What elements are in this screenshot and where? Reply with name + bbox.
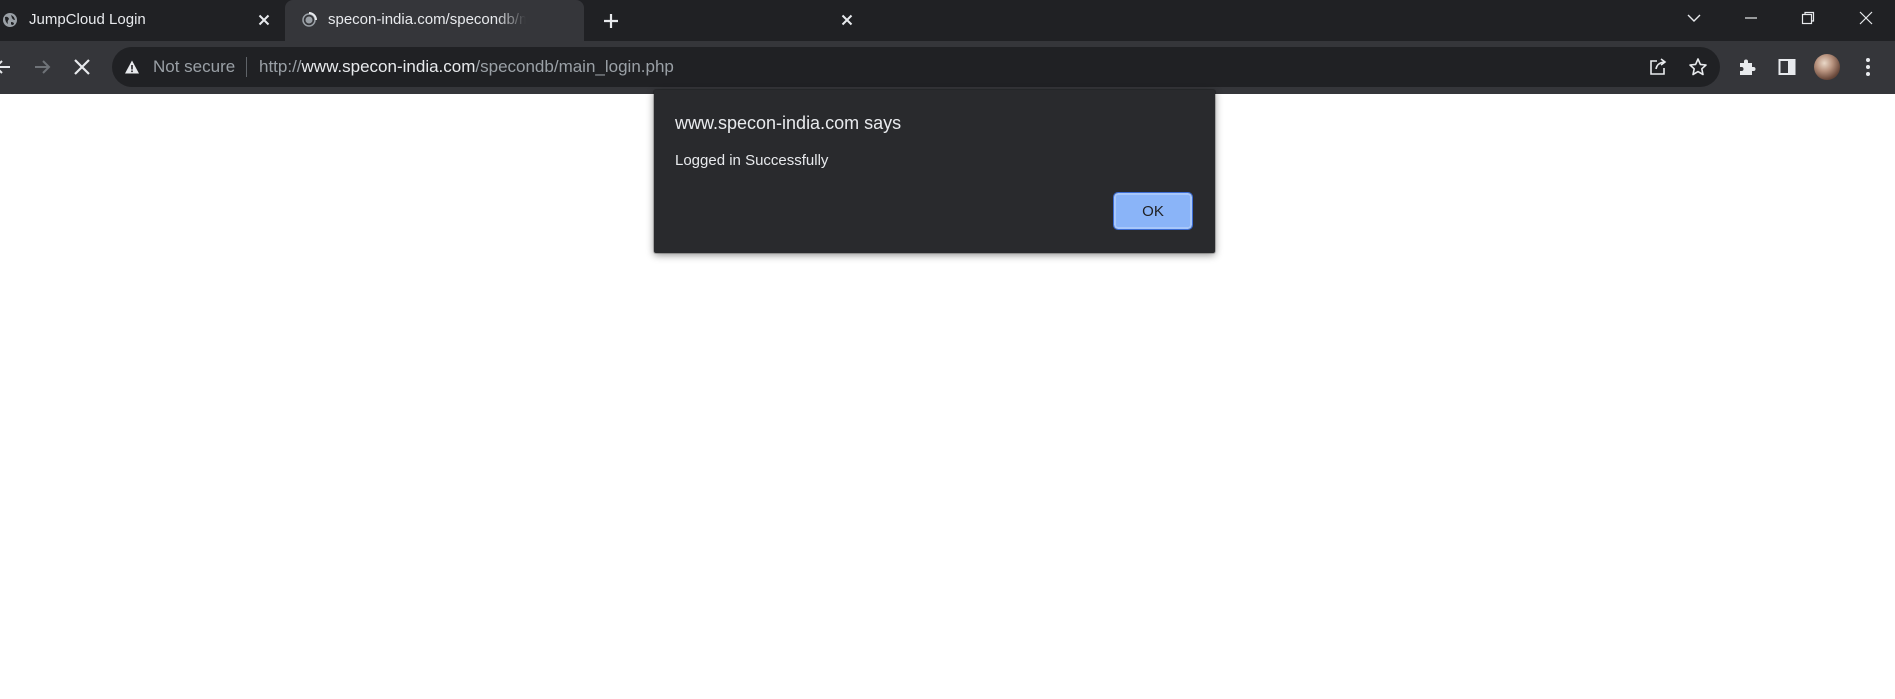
warning-triangle-icon[interactable] <box>124 59 140 80</box>
forward-button[interactable] <box>27 52 57 82</box>
globe-icon <box>2 12 18 28</box>
close-icon <box>1859 11 1873 25</box>
browser-toolbar: Not secure http://www.specon-india.com/s… <box>0 41 1895 94</box>
tab-search-button[interactable] <box>1671 0 1717 36</box>
security-divider <box>246 57 247 77</box>
stop-loading-button[interactable] <box>67 52 97 82</box>
back-arrow-icon <box>0 60 10 74</box>
ok-button[interactable]: OK <box>1113 192 1193 230</box>
restore-button[interactable] <box>1785 0 1831 36</box>
bookmark-star-icon[interactable] <box>1687 56 1709 78</box>
tab-jumpcloud-login[interactable]: JumpCloud Login <box>0 0 283 41</box>
security-status-label[interactable]: Not secure <box>153 57 235 77</box>
loading-globe-icon <box>301 12 317 28</box>
tab-search-icon <box>1687 14 1701 22</box>
alert-dialog: www.specon-india.com says Logged in Succ… <box>654 90 1215 253</box>
forward-arrow-icon <box>35 60 51 74</box>
plus-icon <box>604 14 618 28</box>
share-icon[interactable] <box>1647 56 1669 78</box>
extensions-puzzle-icon[interactable] <box>1734 54 1760 80</box>
tab-title: JumpCloud Login <box>29 11 146 28</box>
new-tab-button[interactable] <box>600 10 622 32</box>
minimize-button[interactable] <box>1728 0 1774 36</box>
side-panel-icon[interactable] <box>1774 54 1800 80</box>
minimize-icon <box>1745 17 1757 19</box>
dialog-message: Logged in Successfully <box>675 152 829 169</box>
url-host: www.specon-india.com <box>301 57 476 76</box>
tab-strip: JumpCloud Login specon-india.com/specond… <box>0 0 1895 41</box>
restore-icon <box>1801 11 1815 25</box>
profile-avatar[interactable] <box>1814 54 1840 80</box>
address-bar[interactable]: Not secure http://www.specon-india.com/s… <box>112 47 1720 87</box>
back-button[interactable] <box>0 52 18 82</box>
tab-title: specon-india.com/specondb/main_login.php <box>328 11 526 28</box>
dialog-title: www.specon-india.com says <box>675 113 902 133</box>
stop-loading-icon <box>74 59 90 75</box>
tab-specon-main-login[interactable]: specon-india.com/specondb/main_login.php <box>285 0 853 41</box>
close-window-button[interactable] <box>1843 0 1889 36</box>
url-path: /specondb/main_login.php <box>475 57 674 76</box>
kebab-menu-icon[interactable] <box>1855 54 1881 80</box>
tab-close-icon[interactable] <box>256 12 272 28</box>
url-text[interactable]: http://www.specon-india.com/specondb/mai… <box>259 57 674 77</box>
url-scheme: http:// <box>259 57 302 76</box>
tab-close-icon[interactable] <box>839 12 855 28</box>
